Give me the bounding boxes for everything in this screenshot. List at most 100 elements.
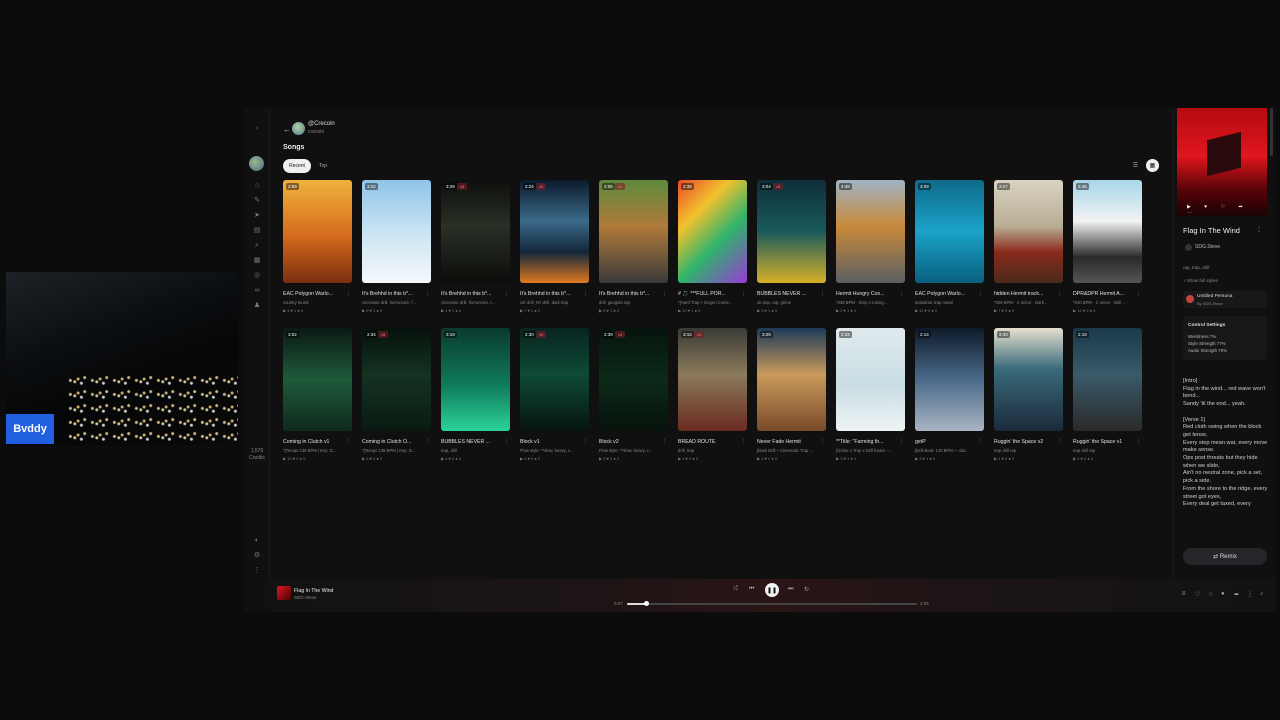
- song-card[interactable]: 4:48 Hermit Hungry Cos... ⋮ *038 BPM · Drop…: [836, 180, 907, 320]
- send-icon[interactable]: ➤: [252, 211, 262, 221]
- song-cover[interactable]: 2:05 v4: [599, 180, 668, 283]
- dislike-icon[interactable]: ♢: [1208, 591, 1213, 598]
- song-title[interactable]: BREAD ROUTE: [678, 439, 740, 445]
- next-icon[interactable]: ⏭: [788, 586, 793, 593]
- song-title[interactable]: Coming in Clutch O...: [362, 439, 424, 445]
- more-icon[interactable]: ⋮: [1247, 591, 1253, 598]
- song-card[interactable]: 2:59 EAC Polygon Warlo... ⋮ country music ▶ …: [283, 180, 354, 320]
- song-menu-icon[interactable]: ⋮: [741, 291, 746, 297]
- song-cover[interactable]: 3:02: [283, 328, 352, 431]
- profile-name[interactable]: @Crecoin: [308, 121, 335, 127]
- song-card[interactable]: 2:39 v4 Block v2 ⋮ Flow style: **slow, heavy…: [599, 328, 670, 468]
- song-menu-icon[interactable]: ⋮: [978, 439, 983, 445]
- song-cover[interactable]: 4:48: [836, 180, 905, 283]
- song-menu-icon[interactable]: ⋮: [820, 439, 825, 445]
- scrollbar[interactable]: [1270, 108, 1273, 156]
- previous-icon[interactable]: ⏮: [749, 586, 754, 593]
- song-card[interactable]: 2:45 DPR&DPR Hermit A... ⋮ *040 BPM · C min…: [1073, 180, 1144, 320]
- volume-icon[interactable]: ♪: [1260, 591, 1263, 597]
- tab-recent[interactable]: Recent: [283, 159, 311, 173]
- song-title[interactable]: It's Brehhd in this b*...: [441, 291, 503, 297]
- grid-view-icon[interactable]: ▦: [1146, 159, 1159, 172]
- song-card[interactable]: 3:09 EAC Polygon Warlo... ⋮ industrial, tra…: [915, 180, 986, 320]
- library-icon[interactable]: ▤: [252, 226, 262, 236]
- song-cover[interactable]: 2:24 v5: [520, 180, 589, 283]
- song-cover[interactable]: 2:39 v4: [599, 328, 668, 431]
- show-full-styles[interactable]: + Show full styles: [1183, 278, 1218, 283]
- collapse-icon[interactable]: ›: [252, 124, 262, 134]
- explore-icon[interactable]: ◎: [252, 271, 262, 281]
- progress-bar[interactable]: [627, 601, 917, 606]
- song-title[interactable]: Never Fade Hermit: [757, 439, 819, 445]
- song-title[interactable]: It's Brehhd in this b*...: [599, 291, 661, 297]
- song-menu-icon[interactable]: ⋮: [504, 439, 509, 445]
- song-title[interactable]: Hermit Hungry Cos...: [836, 291, 898, 297]
- song-cover[interactable]: 2:43: [994, 328, 1063, 431]
- song-title[interactable]: It's Brehhd in this b*...: [520, 291, 582, 297]
- song-cover[interactable]: 2:30 v5: [520, 328, 589, 431]
- song-menu-icon[interactable]: ⋮: [425, 291, 430, 297]
- song-cover[interactable]: 2:19: [1073, 328, 1142, 431]
- home-icon[interactable]: ⌂: [252, 181, 262, 191]
- song-cover[interactable]: 3:22: [362, 180, 431, 283]
- song-card[interactable]: 2:24 v5 It's Brehhd in this b*... ⋮ UK drill…: [520, 180, 591, 320]
- song-menu-icon[interactable]: ⋮: [346, 439, 351, 445]
- persona-card[interactable]: Untitled Persona By SDG.Steve: [1183, 291, 1267, 308]
- back-arrow-icon[interactable]: ←: [283, 125, 291, 134]
- song-card[interactable]: 2:05 v4 It's Brehhd in this b*... ⋮ drill, g…: [599, 180, 670, 320]
- cover-controls[interactable]: ▶ ♥ ♡ ➦ ⋯: [1187, 204, 1267, 216]
- song-card[interactable]: 3:02 Coming in Clutch v1 ⋮ *[Tempo 138 BPM …: [283, 328, 354, 468]
- pause-button[interactable]: ❚❚: [765, 583, 779, 597]
- song-cover[interactable]: 2:34 v5: [362, 328, 431, 431]
- song-menu-icon[interactable]: ⋮: [425, 439, 430, 445]
- song-title[interactable]: Block v1: [520, 439, 582, 445]
- song-card[interactable]: 3:27 hidden Hermit track... ⋮ *036 BPM · C …: [994, 180, 1065, 320]
- repeat-icon[interactable]: ↻: [804, 586, 809, 593]
- shuffle-icon[interactable]: ⤮: [733, 586, 738, 593]
- song-menu-icon[interactable]: ⋮: [662, 439, 667, 445]
- list-view-icon[interactable]: ☰: [1129, 159, 1142, 172]
- settings-icon[interactable]: ⚙: [252, 551, 262, 561]
- song-cover[interactable]: 3:19: [441, 328, 510, 431]
- player-title[interactable]: Flag In The Wind: [294, 588, 333, 594]
- song-menu-icon[interactable]: ⋮: [346, 291, 351, 297]
- more-options-icon[interactable]: ⋮: [1256, 226, 1262, 233]
- song-cover[interactable]: 2:45: [1073, 180, 1142, 283]
- search-icon[interactable]: ⌕: [252, 241, 262, 251]
- song-card[interactable]: 3:22 It's Brehhd in this b*... ⋮ cinematic …: [362, 180, 433, 320]
- song-title[interactable]: hidden Hermit track...: [994, 291, 1056, 297]
- player-artist[interactable]: SDG.Steve: [294, 595, 317, 600]
- create-icon[interactable]: ✎: [252, 196, 262, 206]
- studio-icon[interactable]: ∞: [252, 286, 262, 296]
- song-card[interactable]: 2:43 Ruggin' the Space v2 ⋮ trap drill rap ▶…: [994, 328, 1065, 468]
- song-title[interactable]: # 🎵 ***FULL POR...: [678, 291, 740, 297]
- song-title[interactable]: Coming in Clutch v1: [283, 439, 345, 445]
- song-card[interactable]: 2:34 **Title: "Farming th... ⋮ [Grime x Tra…: [836, 328, 907, 468]
- song-menu-icon[interactable]: ⋮: [504, 291, 509, 297]
- song-title[interactable]: Block v2: [599, 439, 661, 445]
- song-title[interactable]: It's Brehhd in this b*...: [362, 291, 424, 297]
- song-card[interactable]: 2:30 v5 Block v1 ⋮ Flow style: **slow, heavy…: [520, 328, 591, 468]
- song-card[interactable]: 3:04 v5 BUBBLES NEVER ... ⋮ uk trap, rap, gr…: [757, 180, 828, 320]
- song-menu-icon[interactable]: ⋮: [1136, 291, 1141, 297]
- song-menu-icon[interactable]: ⋮: [1136, 439, 1141, 445]
- song-menu-icon[interactable]: ⋮: [741, 439, 746, 445]
- avatar[interactable]: [249, 156, 264, 171]
- song-card[interactable]: 2:19 Ruggin' the Space v1 ⋮ trap drill rap ▶…: [1073, 328, 1144, 468]
- song-cover[interactable]: 3:29 v5: [441, 180, 510, 283]
- song-menu-icon[interactable]: ⋮: [662, 291, 667, 297]
- comment-icon[interactable]: ●: [1221, 591, 1225, 597]
- song-menu-icon[interactable]: ⋮: [978, 291, 983, 297]
- song-title[interactable]: Ruggin' the Space v1: [1073, 439, 1135, 445]
- song-title[interactable]: Ruggin' the Space v2: [994, 439, 1056, 445]
- song-cover[interactable]: ▶ ♥ ♡ ➦ ⋯: [1177, 108, 1267, 216]
- artist-name[interactable]: SDG.Steve: [1195, 244, 1220, 250]
- song-cover[interactable]: 3:04 v5: [757, 180, 826, 283]
- song-cover[interactable]: 3:29: [757, 328, 826, 431]
- song-menu-icon[interactable]: ⋮: [1057, 439, 1062, 445]
- player-cover[interactable]: [277, 586, 291, 600]
- song-title[interactable]: **Title: "Farming th...: [836, 439, 898, 445]
- like-icon[interactable]: ♡: [1195, 591, 1200, 598]
- song-menu-icon[interactable]: ⋮: [583, 291, 588, 297]
- song-card[interactable]: 3:29 Never Fade Hermit ⋮ [Dark Drill + Cine…: [757, 328, 828, 468]
